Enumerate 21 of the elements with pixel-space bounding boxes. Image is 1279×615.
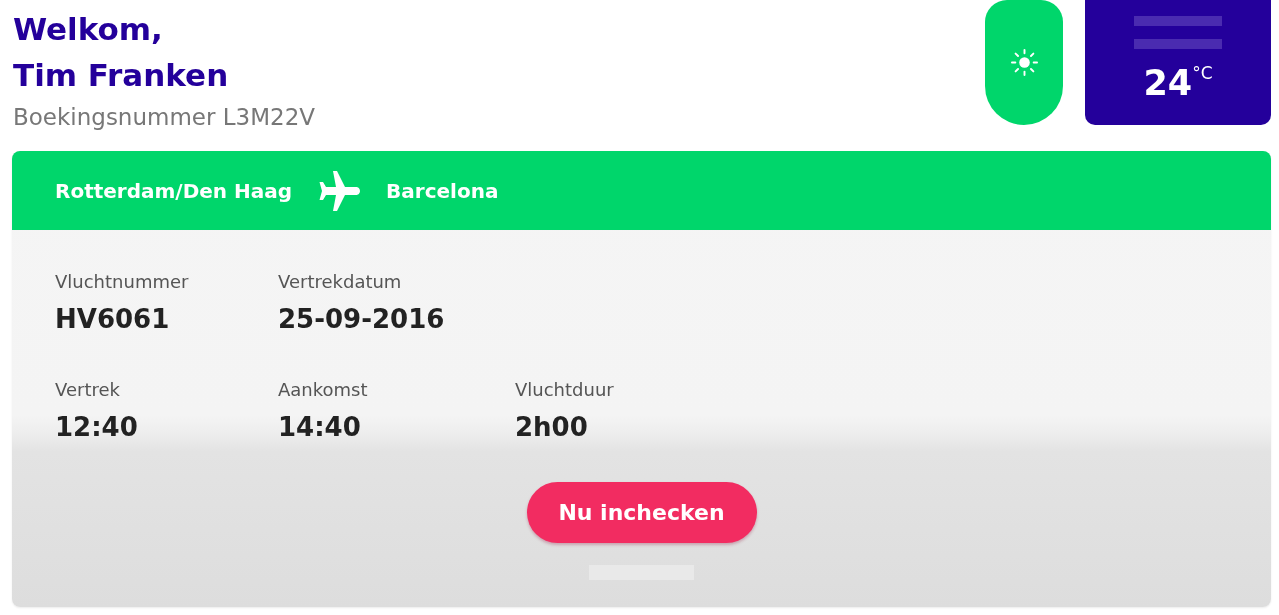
field-value: HV6061	[55, 303, 170, 336]
field-value: 14:40	[278, 411, 361, 444]
field-value: 25-09-2016	[278, 303, 445, 336]
airplane-icon	[318, 170, 361, 211]
greeting-title: Welkom,	[13, 10, 164, 49]
sun-icon	[1010, 49, 1038, 76]
weather-toggle[interactable]	[985, 0, 1063, 125]
destination-city: Barcelona	[386, 178, 499, 203]
field-label: Aankomst	[278, 378, 368, 402]
booking-number: Boekingsnummer L3M22V	[13, 103, 316, 132]
temperature-unit: °C	[1192, 63, 1213, 83]
user-name: Tim Franken	[13, 56, 230, 95]
temperature-value: 24	[1143, 63, 1193, 103]
field-value: 2h00	[515, 411, 588, 444]
field-label: Vluchtduur	[515, 378, 614, 402]
field-value: 12:40	[55, 411, 138, 444]
check-in-button[interactable]: Nu inchecken	[526, 482, 757, 543]
field-label: Vertrekdatum	[278, 270, 402, 294]
field-label: Vluchtnummer	[55, 270, 189, 294]
field-label: Vertrek	[55, 378, 120, 402]
origin-city: Rotterdam/Den Haag	[55, 178, 293, 203]
